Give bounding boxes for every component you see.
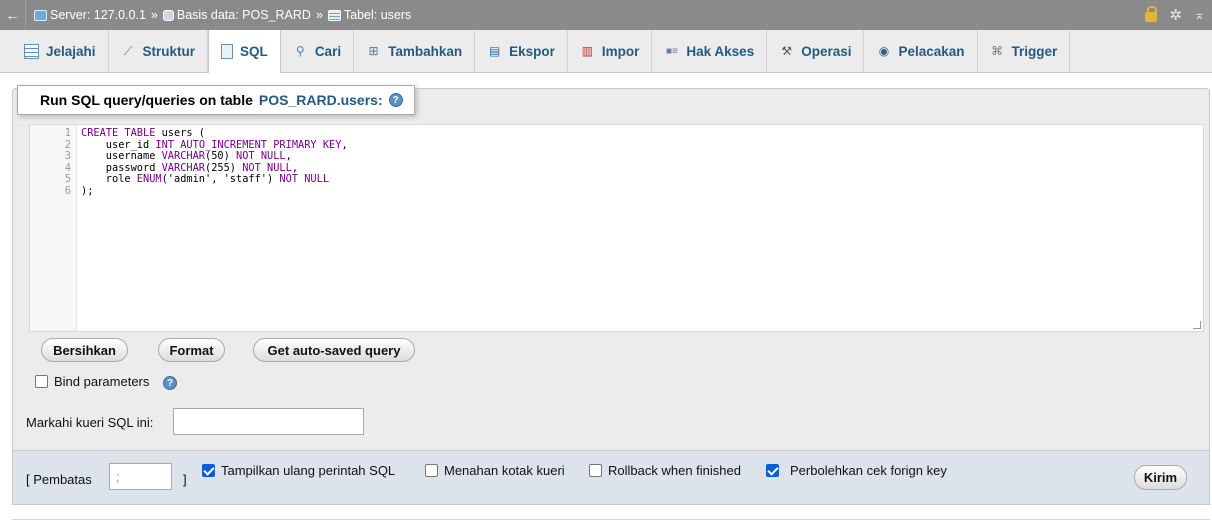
breadcrumb-table-label[interactable]: Tabel: users	[344, 8, 411, 22]
show-query-checkbox[interactable]	[202, 464, 215, 477]
tab-label: Cari	[314, 43, 342, 59]
breadcrumb-bar: ← Server: 127.0.0.1 » Basis data: POS_RA…	[0, 0, 1212, 30]
bind-parameters-label[interactable]: Bind parameters	[54, 374, 149, 389]
sql-editor[interactable]: 1 2 3 4 5 6 CREATE TABLE users ( user_id…	[29, 124, 1204, 332]
code-line[interactable]: );	[81, 185, 348, 198]
get-auto-saved-query-button[interactable]: Get auto-saved query	[253, 338, 415, 362]
submit-button[interactable]: Kirim	[1134, 465, 1187, 490]
format-button[interactable]: Format	[158, 338, 225, 362]
breadcrumb: Server: 127.0.0.1 » Basis data: POS_RARD…	[26, 8, 411, 22]
tab-label: Pelacakan	[898, 43, 965, 59]
table-browse-icon	[24, 43, 39, 59]
tab-export[interactable]: ▤ Ekspor	[475, 30, 568, 72]
retain-query-box-checkbox[interactable]	[425, 464, 438, 477]
code-line[interactable]: role ENUM('admin', 'staff') NOT NULL	[81, 173, 348, 186]
line-number: 3	[64, 150, 71, 162]
breadcrumb-database-label[interactable]: Basis data: POS_RARD	[177, 8, 311, 22]
insert-icon: ⊞	[368, 44, 379, 58]
tab-operations[interactable]: ⚒ Operasi	[767, 30, 865, 72]
foreign-key-label[interactable]: Perbolehkan cek forign key	[790, 463, 947, 478]
tab-label: Ekspor	[509, 43, 555, 59]
breadcrumb-server[interactable]: Server: 127.0.0.1	[34, 8, 146, 22]
tab-import[interactable]: ▥ Impor	[567, 30, 653, 72]
bind-parameters-checkbox[interactable]	[35, 375, 48, 388]
tab-label: Impor	[601, 43, 640, 59]
code-lines[interactable]: CREATE TABLE users ( user_id INT AUTO_IN…	[81, 127, 348, 198]
table-tabs: Jelajahi ⟋ Struktur SQL ⚲ Cari ⊞ Tambahk…	[0, 30, 1212, 73]
trigger-icon: ⌘	[991, 44, 1004, 58]
search-icon: ⚲	[295, 44, 305, 58]
help-icon[interactable]: ?	[388, 93, 403, 107]
tab-label: Struktur	[142, 43, 196, 59]
structure-icon: ⟋	[123, 43, 133, 58]
tab-privileges[interactable]: ■≡ Hak Akses	[652, 30, 768, 72]
rollback-label[interactable]: Rollback when finished	[608, 463, 741, 478]
database-icon	[162, 9, 174, 21]
tab-tracking[interactable]: ◉ Pelacakan	[864, 30, 978, 72]
privileges-icon: ■≡	[665, 45, 678, 57]
foreign-key-checkbox[interactable]	[766, 464, 779, 477]
wrench-icon: ⚒	[781, 44, 793, 58]
tab-triggers[interactable]: ⌘ Trigger	[977, 30, 1071, 72]
breadcrumb-server-label[interactable]: Server: 127.0.0.1	[50, 8, 146, 22]
query-panel-legend: Run SQL query/queries on table POS_RARD.…	[17, 85, 415, 115]
tab-insert[interactable]: ⊞ Tambahkan	[354, 30, 476, 72]
retain-query-box-label[interactable]: Menahan kotak kueri	[444, 463, 565, 478]
help-icon[interactable]: ?	[163, 376, 177, 390]
breadcrumb-separator: »	[315, 8, 323, 22]
breadcrumb-database[interactable]: Basis data: POS_RARD	[162, 8, 311, 22]
eye-icon: ◉	[878, 44, 890, 58]
line-number: 6	[64, 184, 71, 197]
line-number-gutter: 1 2 3 4 5 6	[30, 125, 77, 331]
server-icon	[34, 9, 47, 21]
tab-label: Trigger	[1011, 43, 1058, 59]
export-icon: ▤	[488, 44, 501, 58]
tab-label: Tambahkan	[388, 43, 463, 59]
tab-label: Jelajahi	[46, 43, 96, 59]
legend-table-link[interactable]: POS_RARD.users:	[259, 92, 383, 108]
footer-divider	[12, 519, 1210, 520]
line-number: 1	[64, 127, 71, 139]
sql-document-icon	[221, 44, 234, 59]
delimiter-label: [ Pembatas	[26, 472, 92, 487]
gear-icon[interactable]: ✲	[1169, 6, 1182, 24]
breadcrumb-table[interactable]: Tabel: users	[327, 8, 411, 22]
lock-icon[interactable]	[1145, 6, 1158, 22]
show-query-label[interactable]: Tampilkan ulang perintah SQL	[221, 463, 395, 478]
tab-sql[interactable]: SQL	[208, 30, 281, 73]
table-icon	[327, 9, 341, 21]
tab-label: Hak Akses	[686, 43, 755, 59]
legend-text: Run SQL query/queries on table	[40, 92, 253, 108]
tab-search[interactable]: ⚲ Cari	[280, 30, 355, 72]
back-arrow-icon[interactable]: ←	[0, 0, 26, 30]
bookmark-label: Markahi kueri SQL ini:	[26, 415, 154, 430]
clear-button[interactable]: Bersihkan	[41, 338, 128, 362]
resize-handle[interactable]	[1193, 321, 1201, 329]
collapse-icon[interactable]: ⌅	[1194, 7, 1208, 23]
import-icon: ▥	[581, 44, 594, 58]
code-line[interactable]: username VARCHAR(50) NOT NULL,	[81, 150, 348, 163]
line-number: 5	[64, 173, 71, 185]
delimiter-input[interactable]	[109, 463, 172, 490]
tab-structure[interactable]: ⟋ Struktur	[108, 30, 209, 72]
delimiter-close-bracket: ]	[183, 472, 187, 487]
bookmark-input[interactable]	[173, 408, 364, 435]
tab-label: SQL	[240, 44, 268, 59]
top-right-controls: ✲ ⌅	[1145, 0, 1212, 30]
tab-label: Operasi	[801, 43, 852, 59]
rollback-checkbox[interactable]	[589, 464, 602, 477]
tab-browse[interactable]: Jelajahi	[12, 30, 109, 72]
breadcrumb-separator: »	[150, 8, 158, 22]
